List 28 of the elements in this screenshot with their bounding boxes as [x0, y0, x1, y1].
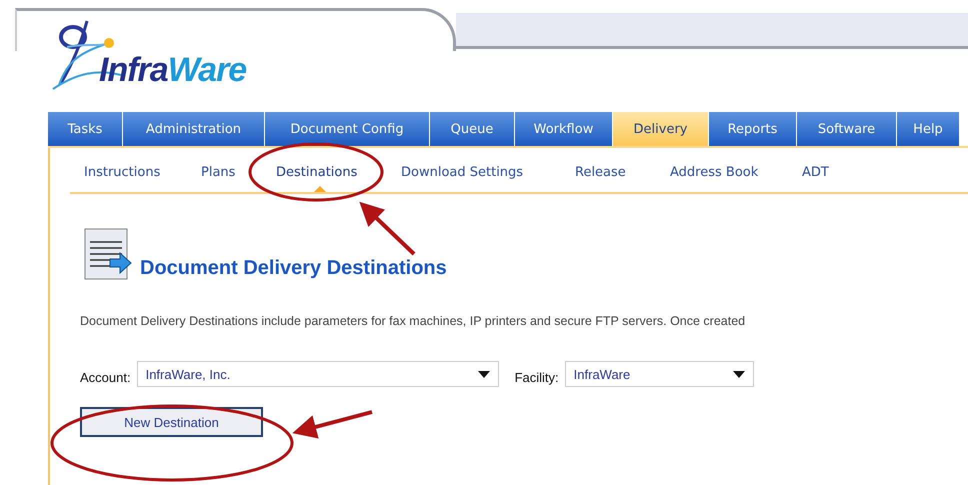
- subnav-link[interactable]: Destinations: [276, 149, 401, 192]
- nav-tab[interactable]: Reports: [709, 112, 796, 146]
- subnav-link[interactable]: Release: [575, 149, 670, 192]
- subnav-link[interactable]: Address Book: [670, 149, 802, 192]
- nav-tab[interactable]: Tasks: [48, 112, 122, 146]
- filter-label: Account:: [80, 368, 131, 384]
- nav-tab[interactable]: Administration: [123, 112, 264, 146]
- caret-icon: [478, 370, 490, 378]
- nav-tab[interactable]: Workflow: [515, 112, 612, 146]
- page-heading: Document Delivery Destinations: [140, 257, 447, 280]
- description-text: Document Delivery Destinations include parameters for fax machines, IP printers and secure FTP servers. Once created: [80, 314, 746, 328]
- subnav-link[interactable]: Plans: [201, 149, 276, 192]
- dropdown-field[interactable]: InfraWare, Inc.: [136, 361, 499, 387]
- nav-tab[interactable]: Document Config: [265, 112, 429, 146]
- nav-tab[interactable]: Queue: [430, 112, 514, 146]
- logo-text: InfraWare: [99, 53, 246, 91]
- nav-tab[interactable]: Delivery: [613, 112, 708, 146]
- new-destination-button[interactable]: New Destination: [80, 407, 263, 437]
- nav-tab[interactable]: Software: [797, 112, 896, 146]
- document-arrow-icon: [84, 228, 132, 280]
- subnav-link[interactable]: Download Settings: [401, 149, 575, 192]
- nav-tab[interactable]: Help: [897, 112, 959, 146]
- callout-arrow: [359, 202, 416, 256]
- caret-icon: [732, 370, 745, 378]
- subnav-link[interactable]: ADT: [802, 149, 862, 192]
- subnav-link[interactable]: Instructions: [84, 149, 201, 192]
- dropdown-field[interactable]: InfraWare: [564, 361, 754, 387]
- filter-label: Facility:: [514, 368, 559, 384]
